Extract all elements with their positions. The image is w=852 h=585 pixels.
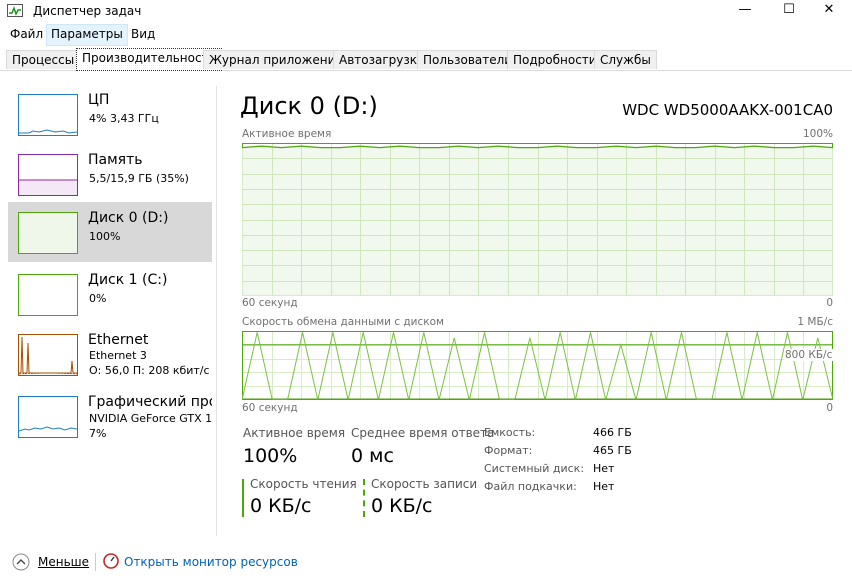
task-manager-icon: [7, 4, 23, 17]
transfer-graph-min: 0: [826, 402, 833, 414]
menu-view[interactable]: Вид: [127, 24, 159, 44]
tab-performance[interactable]: Производительность: [76, 48, 222, 71]
active-time-stat-value: 100%: [243, 445, 298, 467]
tab-users[interactable]: Пользователи: [417, 50, 519, 69]
active-time-graph-time: 60 секунд: [242, 297, 298, 309]
sidebar-item-title: Диск 1 (C:): [88, 272, 168, 288]
write-speed-stat-value: 0 КБ/с: [371, 495, 433, 517]
sidebar-item-title: ЦП: [88, 92, 110, 108]
sidebar-item-memory[interactable]: Память 5,5/15,9 ГБ (35%): [8, 148, 212, 206]
menu-options[interactable]: Параметры: [46, 24, 128, 46]
sidebar-item-value: 0%: [89, 292, 107, 305]
resource-monitor-icon: [103, 553, 119, 569]
chevron-up-icon[interactable]: [12, 553, 30, 571]
sidebar-item-ethernet[interactable]: Ethernet Ethernet 3 О: 56,0 П: 208 кбит/…: [8, 328, 212, 386]
open-resource-monitor-link[interactable]: Открыть монитор ресурсов: [124, 555, 298, 569]
title-bar: Диспетчер задач — ☐ ✕: [0, 0, 852, 22]
sidebar-item-value: 100%: [89, 230, 121, 243]
capacity-value: 466 ГБ: [593, 426, 632, 439]
tab-bar: Процессы Производительность Журнал прило…: [0, 47, 852, 71]
write-speed-indicator: [363, 479, 365, 517]
disk-1-thumbnail-graph: [18, 274, 78, 316]
page-title: Диск 0 (D:): [240, 92, 378, 120]
transfer-graph-time: 60 секунд: [242, 402, 298, 414]
sidebar-item-title: Диск 0 (D:): [88, 210, 169, 226]
system-disk-label: Системный диск:: [484, 462, 585, 475]
transfer-graph-mid: 800 КБ/с: [784, 349, 834, 361]
page-file-value: Нет: [593, 480, 615, 493]
read-speed-indicator: [242, 479, 244, 517]
disk-model-label: WDC WD5000AAKX-001CA0: [622, 101, 833, 119]
window-title: Диспетчер задач: [33, 4, 142, 18]
transfer-rate-graph: [242, 331, 833, 400]
sidebar-item-disk-1[interactable]: Диск 1 (C:) 0%: [8, 268, 212, 326]
active-time-stat-label: Активное время: [243, 426, 346, 440]
active-time-graph-min: 0: [826, 297, 833, 309]
transfer-graph-max: 1 МБ/с: [797, 316, 833, 328]
write-speed-stat-label: Скорость записи: [371, 477, 478, 491]
active-time-graph-label: Активное время: [242, 128, 332, 140]
sidebar-item-value: 5,5/15,9 ГБ (35%): [89, 172, 189, 185]
sidebar-item-subtitle: NVIDIA GeForce GTX 1060: [89, 412, 212, 425]
format-value: 465 ГБ: [593, 444, 632, 457]
tab-details[interactable]: Подробности: [507, 50, 603, 69]
tab-processes[interactable]: Процессы: [6, 50, 81, 69]
sidebar-item-subtitle: Ethernet 3: [89, 349, 147, 362]
system-disk-value: Нет: [593, 462, 615, 475]
sidebar-item-value: 7%: [89, 427, 107, 440]
transfer-graph-label: Скорость обмена данными с диском: [242, 316, 444, 328]
maximize-icon: ☐: [783, 2, 795, 17]
close-icon: ✕: [823, 2, 835, 17]
footer-divider: [95, 553, 96, 571]
sidebar-item-cpu[interactable]: ЦП 4% 3,43 ГГц: [8, 88, 212, 146]
menu-bar: Файл Параметры Вид: [0, 24, 852, 46]
tab-services[interactable]: Службы: [594, 50, 657, 69]
format-label: Формат:: [484, 444, 533, 457]
sidebar-item-disk-0[interactable]: Диск 0 (D:) 100%: [8, 202, 212, 262]
ethernet-thumbnail-graph: [18, 334, 78, 376]
sidebar-item-title: Память: [88, 152, 143, 168]
gpu-thumbnail-graph: [18, 396, 78, 438]
fewer-details-button[interactable]: Меньше: [38, 555, 89, 569]
active-time-graph-max: 100%: [802, 128, 833, 140]
read-speed-stat-label: Скорость чтения: [250, 477, 357, 491]
sidebar-item-gpu[interactable]: Графический процессор NVIDIA GeForce GTX…: [8, 390, 212, 448]
tab-startup[interactable]: Автозагрузка: [333, 50, 431, 69]
footer-bar: Меньше Открыть монитор ресурсов: [0, 545, 852, 585]
response-time-stat-label: Среднее время ответа: [351, 426, 495, 440]
page-file-label: Файл подкачки:: [484, 480, 577, 493]
capacity-label: Емкость:: [484, 426, 536, 439]
read-speed-stat-value: 0 КБ/с: [250, 495, 312, 517]
performance-sidebar: ЦП 4% 3,43 ГГц Память 5,5/15,9 ГБ (35%) …: [0, 86, 217, 536]
sidebar-item-value: 4% 3,43 ГГц: [89, 112, 159, 125]
memory-thumbnail-graph: [18, 154, 78, 196]
tab-app-history[interactable]: Журнал приложений: [203, 50, 350, 69]
response-time-stat-value: 0 мс: [351, 445, 394, 467]
minimize-button[interactable]: —: [722, 0, 768, 22]
menu-file[interactable]: Файл: [6, 24, 47, 44]
minimize-icon: —: [738, 2, 752, 17]
sidebar-item-title: Ethernet: [88, 332, 149, 348]
sidebar-item-value: О: 56,0 П: 208 кбит/с: [89, 364, 210, 377]
cpu-thumbnail-graph: [18, 94, 78, 136]
close-button[interactable]: ✕: [806, 0, 852, 22]
disk-0-thumbnail-graph: [18, 212, 78, 254]
active-time-graph: [242, 143, 833, 296]
sidebar-item-title: Графический процессор: [88, 394, 212, 410]
